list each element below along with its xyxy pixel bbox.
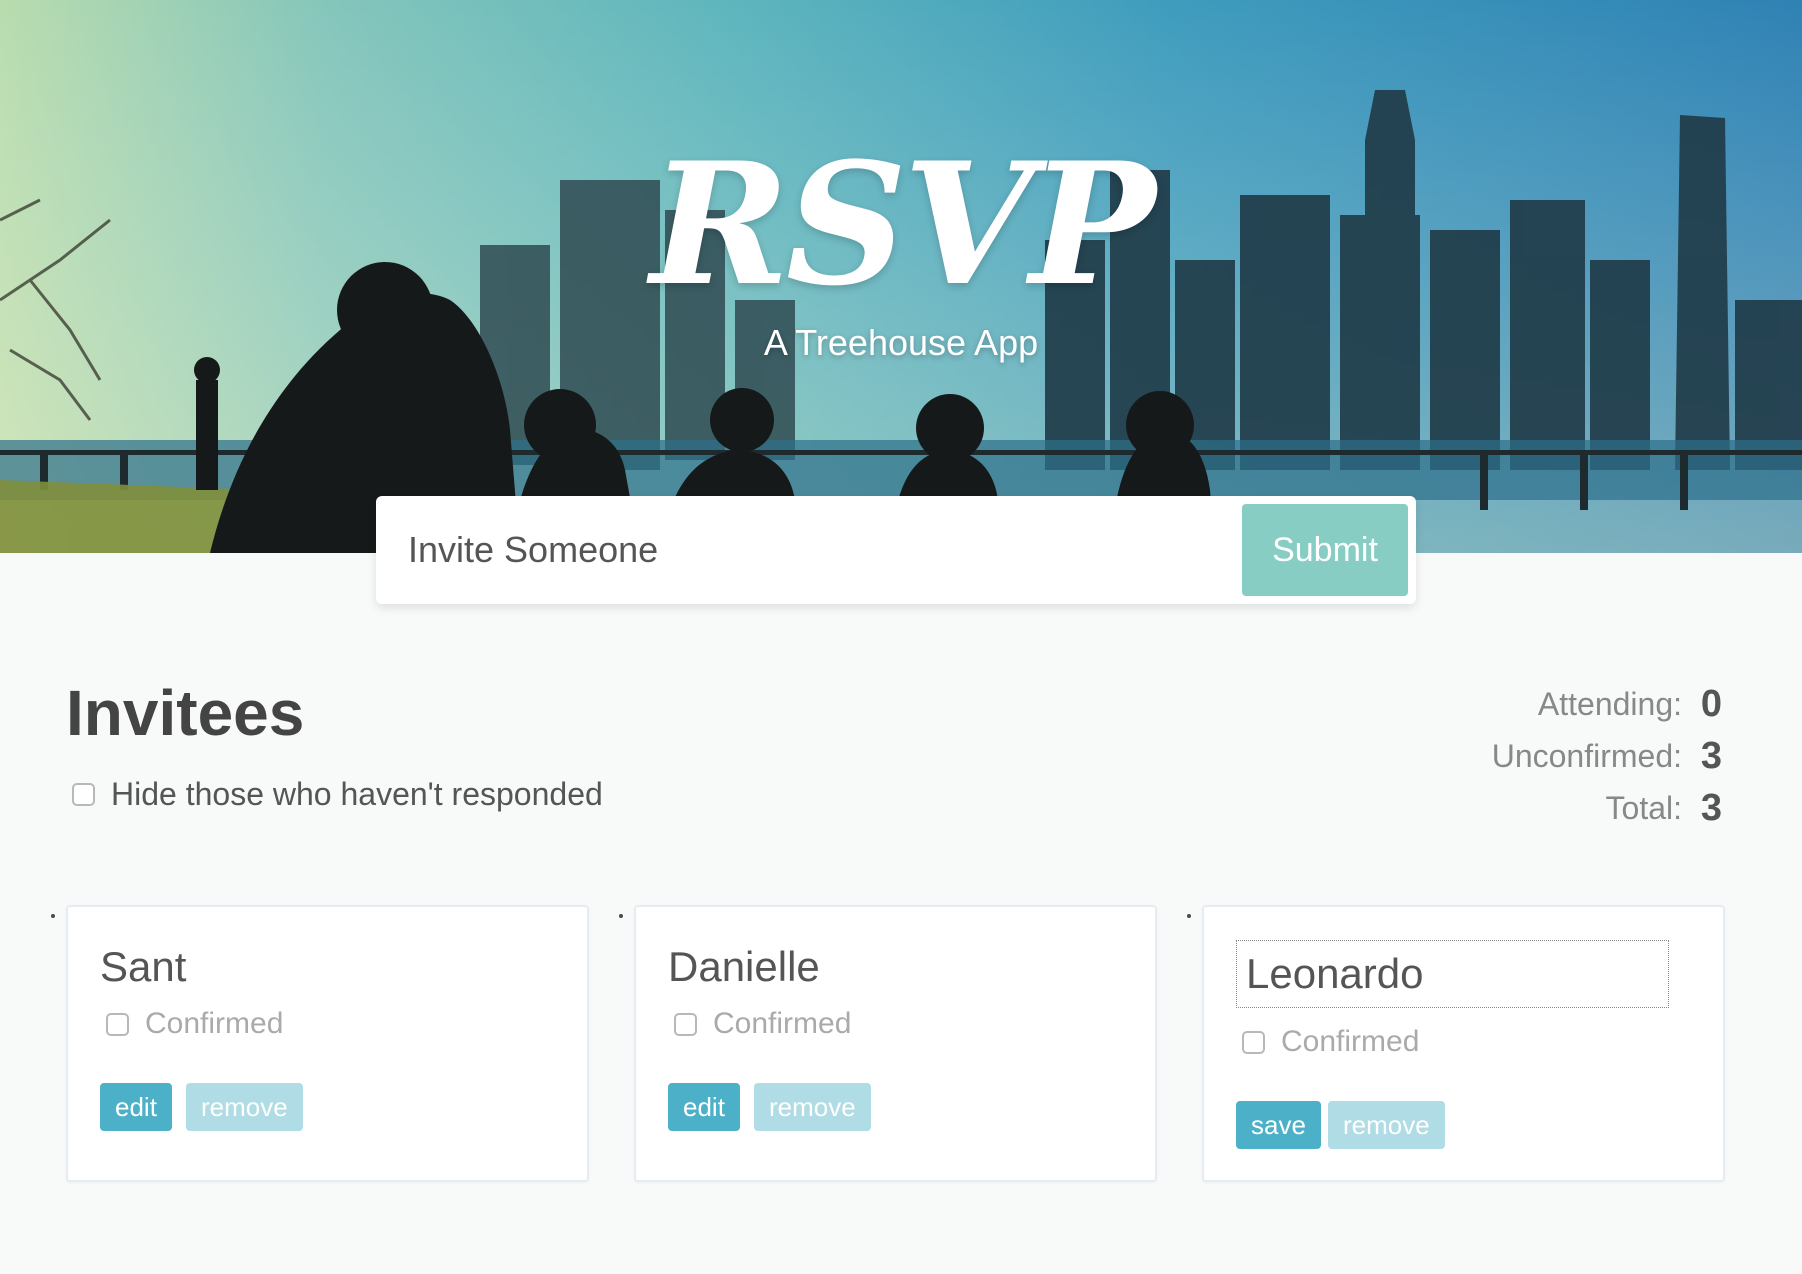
invitee-name: Sant (100, 943, 187, 990)
attending-count: 0 (1700, 682, 1722, 725)
unconfirmed-row: Unconfirmed: 3 (1492, 730, 1722, 782)
hero-banner: RSVP A Treehouse App (0, 0, 1802, 553)
remove-button[interactable]: remove (1328, 1101, 1445, 1149)
hide-unresponded-checkbox[interactable] (72, 783, 95, 806)
invitee-card-editing: Confirmed save remove (1202, 905, 1725, 1182)
confirmed-checkbox[interactable] (1242, 1030, 1265, 1054)
confirmed-checkbox[interactable] (106, 1012, 129, 1036)
invitee-card: Danielle Confirmed edit remove (634, 905, 1157, 1182)
total-row: Total: 3 (1492, 782, 1722, 834)
unconfirmed-label: Unconfirmed: (1491, 737, 1682, 774)
rsvp-counter: Attending: 0 Unconfirmed: 3 Total: 3 (1492, 678, 1722, 834)
invitee-card: Sant Confirmed edit remove (66, 905, 589, 1182)
invite-input[interactable] (376, 496, 1236, 604)
save-button[interactable]: save (1236, 1101, 1321, 1149)
app-logo-title: RSVP (650, 125, 1156, 323)
unconfirmed-count: 3 (1700, 734, 1722, 777)
invitees-heading: Invitees (66, 677, 305, 749)
confirmed-label: Confirmed (1281, 1025, 1420, 1058)
confirmed-toggle[interactable]: Confirmed (674, 1007, 851, 1041)
confirmed-label: Confirmed (145, 1007, 284, 1040)
confirmed-toggle[interactable]: Confirmed (1242, 1025, 1419, 1059)
total-count: 3 (1700, 786, 1722, 829)
submit-button[interactable]: Submit (1242, 504, 1408, 596)
page: RSVP A Treehouse App Submit Invitees Hid… (0, 0, 1802, 1274)
hide-unresponded-label: Hide those who haven't responded (111, 776, 603, 812)
app-subtitle: A Treehouse App (763, 322, 1039, 363)
confirmed-checkbox[interactable] (674, 1012, 697, 1036)
remove-button[interactable]: remove (186, 1083, 303, 1131)
confirmed-toggle[interactable]: Confirmed (106, 1007, 283, 1041)
invitee-name-input[interactable] (1236, 940, 1669, 1008)
confirmed-label: Confirmed (713, 1007, 852, 1040)
hide-unresponded-filter[interactable]: Hide those who haven't responded (72, 776, 603, 813)
edit-button[interactable]: edit (668, 1083, 740, 1131)
invitee-name: Danielle (668, 943, 820, 990)
total-label: Total: (1605, 789, 1682, 826)
attending-row: Attending: 0 (1492, 678, 1722, 730)
invite-form: Submit (376, 496, 1416, 604)
attending-label: Attending: (1537, 685, 1682, 722)
edit-button[interactable]: edit (100, 1083, 172, 1131)
remove-button[interactable]: remove (754, 1083, 871, 1131)
